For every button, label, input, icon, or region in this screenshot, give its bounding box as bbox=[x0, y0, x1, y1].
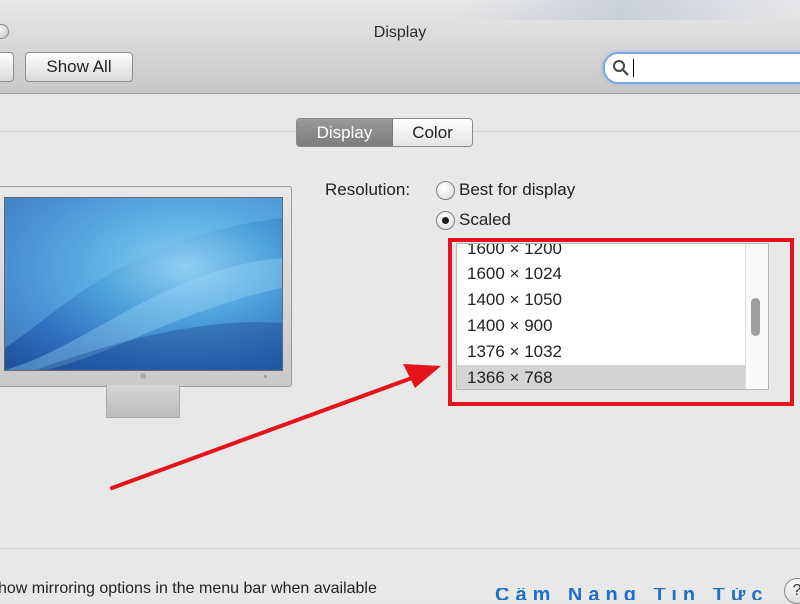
annotation-arrow-icon bbox=[110, 364, 441, 490]
footer-divider bbox=[0, 548, 800, 549]
help-icon[interactable]: ? bbox=[784, 578, 800, 604]
watermark-logo: Cẩm Nang Tin Tức bbox=[495, 588, 769, 600]
mirroring-option-label[interactable]: how mirroring options in the menu bar wh… bbox=[0, 580, 377, 598]
